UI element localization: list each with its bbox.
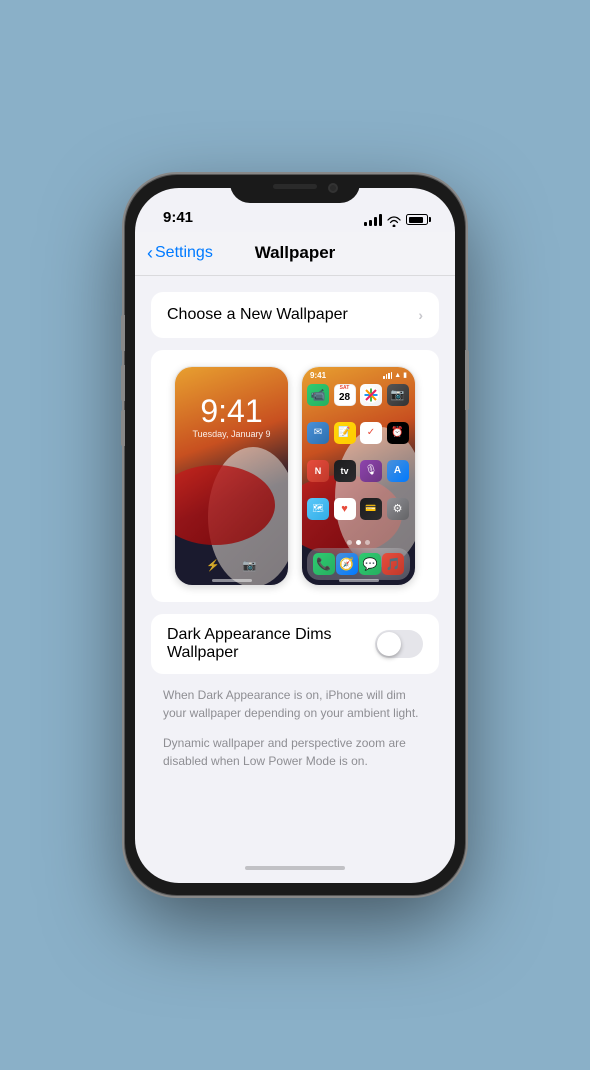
app-podcasts[interactable]: 🎙 — [360, 460, 382, 482]
app-tv[interactable]: tv — [334, 460, 356, 482]
choose-wallpaper-section: Choose a New Wallpaper › — [151, 292, 439, 338]
description-1: When Dark Appearance is on, iPhone will … — [163, 686, 427, 722]
app-facetime[interactable]: 📹 — [307, 384, 329, 406]
status-icons — [364, 214, 431, 226]
dot-2 — [356, 540, 361, 545]
page-title: Wallpaper — [255, 243, 336, 263]
app-reminders[interactable]: ✓ — [360, 422, 382, 444]
lock-screen-bg: 9:41 Tuesday, January 9 ⚡ 📷 — [175, 367, 288, 585]
home-status-time: 9:41 — [310, 371, 326, 380]
app-appstore[interactable]: A — [387, 460, 409, 482]
dock: 📞 🧭 💬 🎵 — [307, 548, 410, 580]
dock-messages[interactable]: 💬 — [359, 553, 381, 575]
app-grid: 📹 SAT28 📷 — [302, 380, 415, 537]
phone-screen: 9:41 — [135, 188, 455, 883]
lock-home-indicator — [212, 579, 252, 582]
app-news[interactable]: N — [307, 460, 329, 482]
home-indicator — [135, 853, 455, 883]
phone-frame: 9:41 — [125, 175, 465, 895]
dot-3 — [365, 540, 370, 545]
home-screen-bg: 9:41 ▲ ▮ 📹 SAT28 — [302, 367, 415, 585]
home-status-icons: ▲ ▮ — [383, 371, 407, 379]
app-calendar[interactable]: SAT28 — [334, 384, 356, 406]
page-dots — [302, 537, 415, 548]
flashlight-icon: ⚡ — [204, 557, 222, 575]
toggle-knob — [377, 632, 401, 656]
app-health[interactable]: ♥ — [334, 498, 356, 520]
dock-safari[interactable]: 🧭 — [336, 553, 358, 575]
dark-appearance-toggle[interactable] — [375, 630, 423, 658]
wallpaper-preview-section: 9:41 Tuesday, January 9 ⚡ 📷 — [151, 350, 439, 602]
app-notes[interactable]: 📝 — [334, 422, 356, 444]
battery-icon — [406, 214, 431, 225]
lock-bottom-icons: ⚡ 📷 — [175, 557, 288, 575]
description-1-section: When Dark Appearance is on, iPhone will … — [135, 682, 455, 730]
app-photos[interactable] — [360, 384, 382, 406]
app-maps[interactable]: 🗺 — [307, 498, 329, 520]
lock-time-display: 9:41 Tuesday, January 9 — [175, 395, 288, 439]
back-button[interactable]: ‹ Settings — [147, 244, 213, 262]
home-screen-preview[interactable]: 9:41 ▲ ▮ 📹 SAT28 — [301, 366, 416, 586]
lock-time: 9:41 — [175, 395, 288, 427]
dock-music[interactable]: 🎵 — [382, 553, 404, 575]
app-camera[interactable]: 📷 — [387, 384, 409, 406]
notch — [230, 175, 360, 203]
app-settings[interactable]: ⚙ — [387, 498, 409, 520]
app-clock[interactable]: ⏰ — [387, 422, 409, 444]
settings-content[interactable]: Choose a New Wallpaper › 9:41 Tuesday, J… — [135, 276, 455, 853]
home-status-bar: 9:41 ▲ ▮ — [302, 367, 415, 380]
back-label: Settings — [155, 244, 213, 262]
dock-phone[interactable]: 📞 — [313, 553, 335, 575]
status-time: 9:41 — [163, 209, 193, 226]
camera — [328, 183, 338, 193]
back-chevron-icon: ‹ — [147, 244, 153, 262]
app-wallet[interactable]: 💳 — [360, 498, 382, 520]
home-bottom-indicator — [339, 579, 379, 582]
dark-appearance-section: Dark Appearance Dims Wallpaper — [151, 614, 439, 674]
home-signal-icon — [383, 372, 392, 379]
app-mail[interactable]: ✉ — [307, 422, 329, 444]
nav-bar: ‹ Settings Wallpaper — [135, 232, 455, 276]
lock-date: Tuesday, January 9 — [175, 429, 288, 439]
camera-lock-icon: 📷 — [241, 557, 259, 575]
choose-wallpaper-button[interactable]: Choose a New Wallpaper › — [151, 292, 439, 338]
choose-wallpaper-label: Choose a New Wallpaper — [167, 306, 348, 324]
chevron-right-icon: › — [418, 307, 423, 323]
lock-screen-preview[interactable]: 9:41 Tuesday, January 9 ⚡ 📷 — [174, 366, 289, 586]
signal-icon — [364, 214, 382, 226]
home-wifi-icon: ▲ — [394, 372, 401, 379]
speaker — [273, 184, 317, 189]
wifi-icon — [387, 214, 401, 225]
description-2-section: Dynamic wallpaper and perspective zoom a… — [135, 730, 455, 778]
dark-appearance-label: Dark Appearance Dims Wallpaper — [167, 626, 375, 662]
home-battery-icon: ▮ — [403, 371, 407, 379]
description-2: Dynamic wallpaper and perspective zoom a… — [163, 734, 427, 770]
dot-1 — [347, 540, 352, 545]
home-bar — [245, 866, 345, 870]
